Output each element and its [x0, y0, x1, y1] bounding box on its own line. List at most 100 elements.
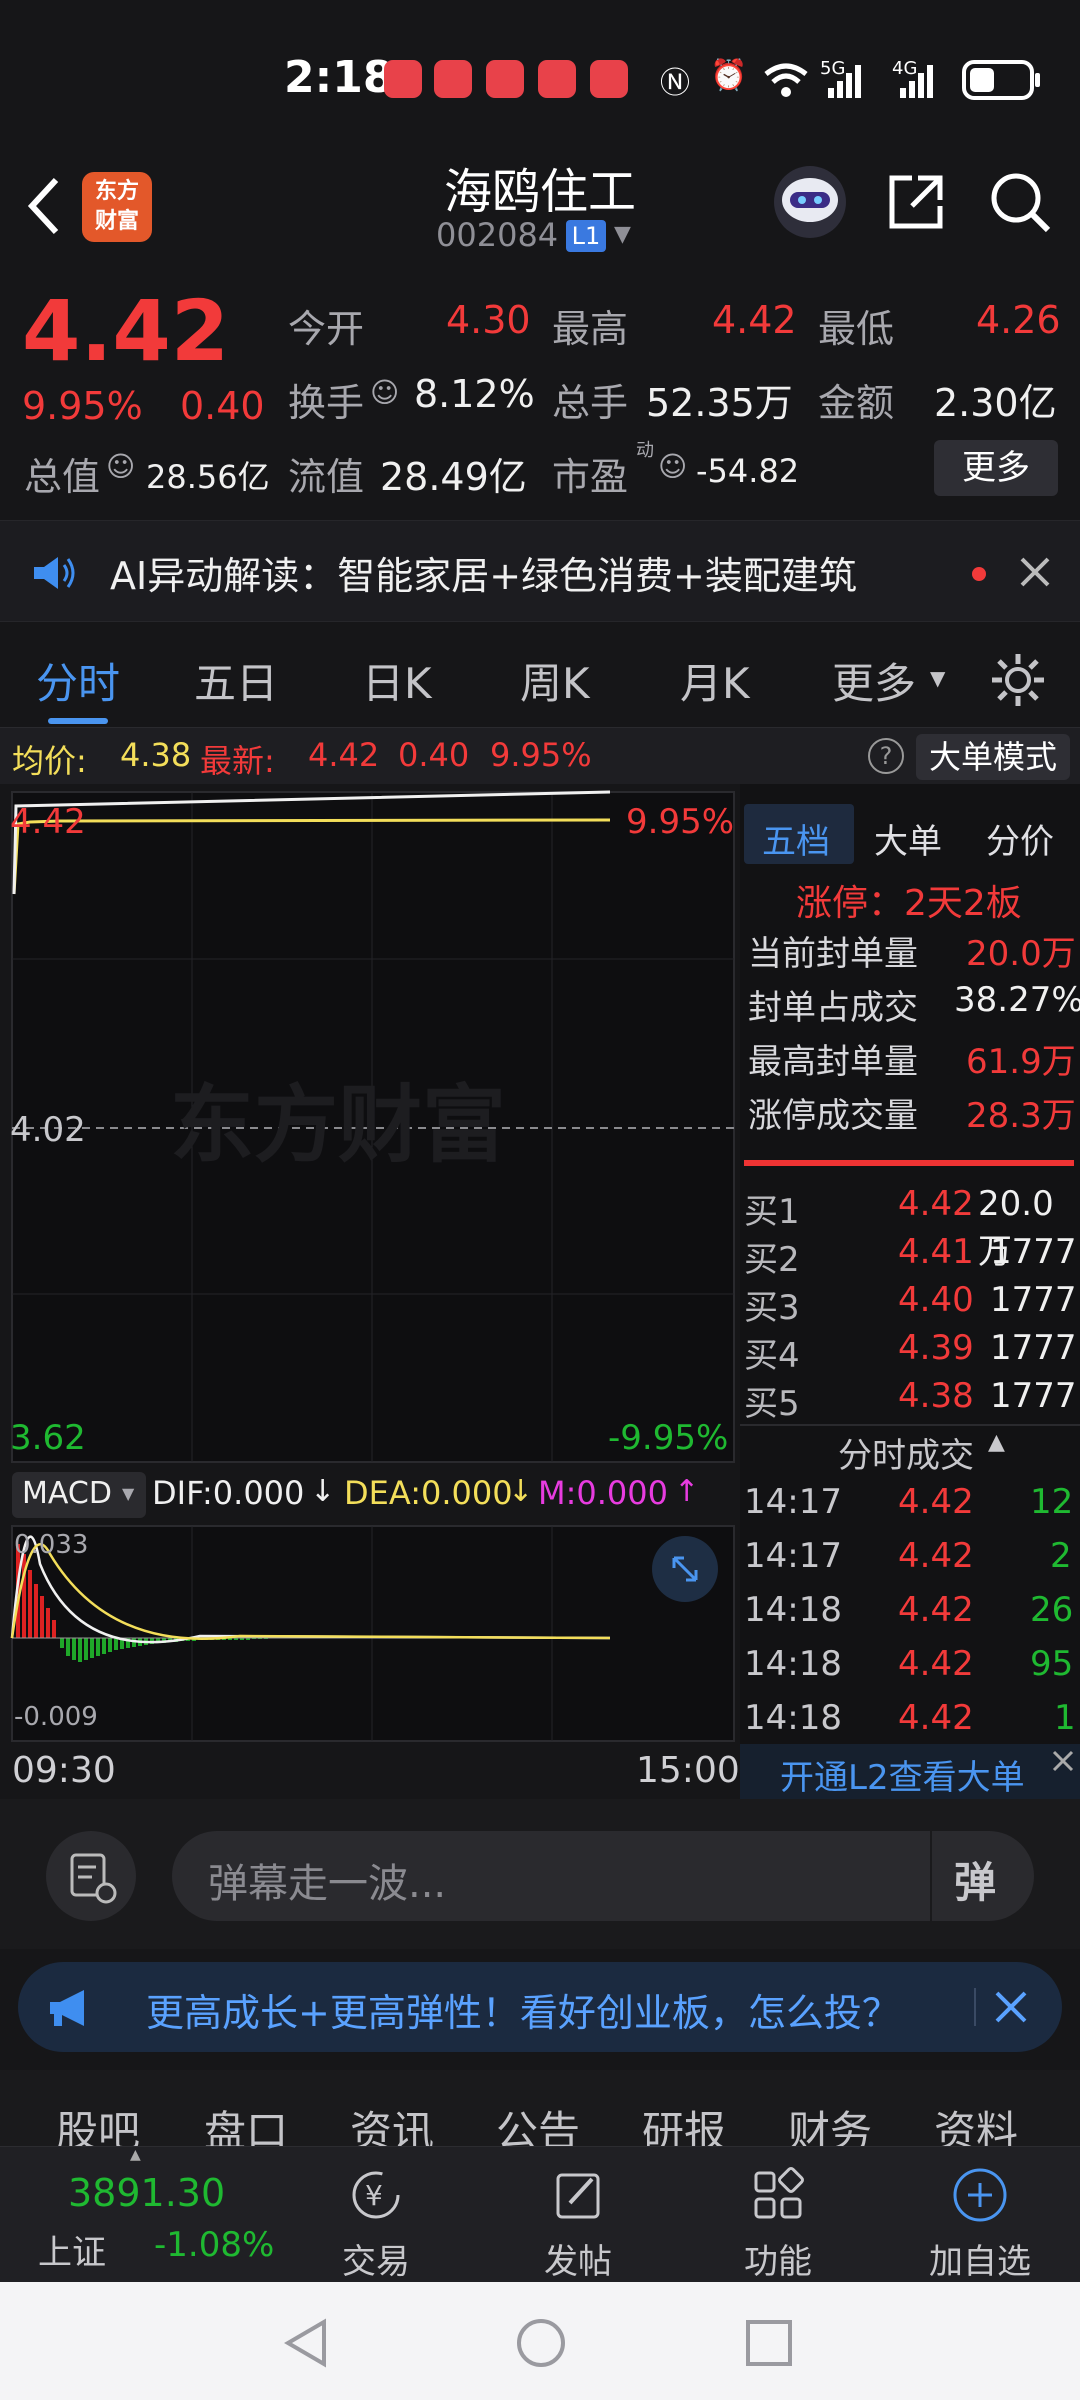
pe-label: 市盈 — [552, 455, 629, 499]
price-mid-label: 4.02 — [10, 1110, 86, 1150]
close-icon[interactable] — [992, 1988, 1030, 2026]
side-tab-five-level[interactable]: 五档 — [744, 804, 854, 864]
index-ticker[interactable]: 3891.30 上证 -1.08% — [0, 2147, 300, 2283]
bid-price: 4.38 — [898, 1376, 974, 1416]
add-watchlist-button[interactable]: 加自选 — [910, 2165, 1050, 2283]
low-value: 4.26 — [976, 298, 1061, 342]
system-navigation-bar — [0, 2282, 1080, 2400]
latest-value: 4.42 — [308, 736, 380, 774]
nav-back-icon[interactable] — [282, 2318, 332, 2368]
pe-superscript: 动 — [636, 440, 654, 461]
sort-up-icon[interactable]: ▲ — [988, 1430, 1005, 1455]
tab-active-indicator — [48, 718, 108, 724]
tick-volume: 95 — [1030, 1644, 1074, 1684]
post-button[interactable]: 发帖 — [508, 2165, 648, 2283]
tick-volume: 1 — [1054, 1698, 1076, 1738]
tick-price: 4.42 — [898, 1536, 974, 1576]
megaphone-icon — [50, 1990, 84, 2026]
tab-five-day[interactable]: 五日 — [194, 650, 278, 711]
danmu-settings-icon[interactable] — [46, 1831, 136, 1921]
svg-text:¥: ¥ — [365, 2179, 383, 2212]
pct-bottom-label: -9.95% — [608, 1418, 729, 1458]
search-icon[interactable] — [988, 170, 1052, 234]
danmu-toggle-icon[interactable]: 弹 — [954, 1849, 996, 1910]
speaker-icon — [34, 557, 75, 589]
tick-price: 4.42 — [898, 1644, 974, 1684]
dif-value: DIF:0.000 — [152, 1474, 305, 1512]
bid-volume: 1777 — [990, 1232, 1077, 1272]
ai-robot-icon[interactable] — [772, 164, 848, 240]
chart-canvas: 东方财富 — [10, 790, 735, 1742]
order-book-panel: 五档 大单 分价 涨停：2天2板 当前封单量 20.0万 封单占成交 38.27… — [740, 784, 1080, 1799]
help-icon[interactable]: ? — [868, 738, 904, 774]
period-tabs: 分时 五日 日K 周K 月K 更多 ▼ — [0, 622, 1080, 728]
stock-code: 002084 — [436, 216, 559, 254]
trade-button[interactable]: ¥ 交易 — [306, 2165, 446, 2283]
stat-label: 封单占成交 — [748, 988, 918, 1028]
stat-label: 当前封单量 — [748, 934, 918, 974]
info-icon[interactable]: ☺ — [658, 450, 687, 483]
stat-value: 61.9万 — [966, 1042, 1076, 1082]
high-label: 最高 — [552, 307, 629, 351]
pe-value: -54.82 — [696, 452, 800, 490]
info-icon[interactable]: ☺ — [370, 376, 399, 409]
tick-price: 4.42 — [898, 1698, 974, 1738]
ai-alert-banner[interactable]: AI异动解读：智能家居+绿色消费+装配建筑 — [0, 520, 1080, 622]
cellular-signal-icon — [828, 65, 861, 98]
ticks-title[interactable]: 分时成交 — [838, 1428, 974, 1477]
tab-intraday[interactable]: 分时 — [36, 650, 120, 711]
turnover-value: 8.12% — [414, 372, 535, 416]
bid-price: 4.40 — [898, 1280, 974, 1320]
bid-label: 买2 — [744, 1240, 800, 1280]
tick-price: 4.42 — [898, 1482, 974, 1522]
tab-daily-k[interactable]: 日K — [362, 650, 432, 711]
tick-time: 14:17 — [744, 1482, 842, 1522]
bid-price: 4.41 — [898, 1232, 974, 1272]
bid-label: 买4 — [744, 1336, 800, 1376]
expand-icon[interactable] — [652, 1536, 718, 1602]
chevron-down-icon: ▼ — [122, 1484, 135, 1503]
l2-link[interactable]: 开通L2查看大单 — [780, 1750, 1025, 1799]
tab-monthly-k[interactable]: 月K — [680, 650, 750, 711]
tick-volume: 26 — [1030, 1590, 1074, 1630]
side-tab-price-distribution[interactable]: 分价 — [986, 814, 1054, 863]
change-percent: 9.95% — [22, 384, 143, 428]
tick-time: 14:18 — [744, 1644, 842, 1684]
low-label: 最低 — [818, 307, 895, 351]
bid-label: 买1 — [744, 1192, 800, 1232]
share-icon[interactable] — [884, 170, 948, 234]
level-badge[interactable]: L1 — [566, 220, 606, 252]
nfc-icon: Ⓝ — [660, 66, 690, 101]
nav-home-icon[interactable] — [514, 2316, 568, 2370]
nav-recents-icon[interactable] — [744, 2318, 794, 2368]
chart-info-bar: 均价: 4.38 最新: 4.42 0.40 9.95% ? 大单模式 — [0, 728, 1080, 784]
more-button[interactable]: 更多 — [934, 440, 1058, 496]
tab-weekly-k[interactable]: 周K — [520, 650, 590, 711]
close-icon[interactable] — [1018, 555, 1052, 589]
features-button[interactable]: 功能 — [708, 2165, 848, 2283]
stat-label: 涨停成交量 — [748, 1096, 918, 1136]
change-amount: 0.40 — [180, 384, 265, 428]
pct-top-label: 9.95% — [626, 802, 735, 842]
bid-volume: 1777 — [990, 1280, 1077, 1320]
macd-selector[interactable]: MACD ▼ — [12, 1472, 146, 1518]
l2-upgrade-banner[interactable]: 开通L2查看大单 — [740, 1744, 1080, 1799]
tick-time: 14:17 — [744, 1536, 842, 1576]
index-pct: -1.08% — [154, 2225, 275, 2265]
stat-value: 38.27% — [954, 980, 1080, 1020]
danmu-input[interactable]: 弹幕走一波... 弹 — [172, 1831, 1034, 1921]
close-icon[interactable] — [1050, 1748, 1076, 1774]
arrow-up-icon: ↑ — [674, 1474, 700, 1509]
arrow-down-icon: ↓ — [508, 1474, 534, 1509]
gear-icon[interactable] — [990, 652, 1046, 708]
tab-more[interactable]: 更多 — [832, 650, 916, 711]
chevron-down-icon[interactable]: ▼ — [614, 222, 631, 247]
promo-banner[interactable]: 更高成长+更高弹性！看好创业板，怎么投？ — [18, 1962, 1062, 2052]
intraday-chart[interactable]: 东方财富 4.42 9.95% 4.02 3.62 -9.95% MACD ▼ … — [0, 784, 740, 1799]
promo-text: 更高成长+更高弹性！看好创业板，怎么投？ — [146, 1991, 900, 2035]
mktcap-value: 28.56亿 — [146, 458, 270, 496]
info-icon[interactable]: ☺ — [106, 450, 135, 483]
time-end-label: 15:00 — [636, 1750, 740, 1791]
side-tab-big-order[interactable]: 大单 — [874, 814, 942, 863]
big-order-mode-button[interactable]: 大单模式 — [916, 734, 1070, 780]
